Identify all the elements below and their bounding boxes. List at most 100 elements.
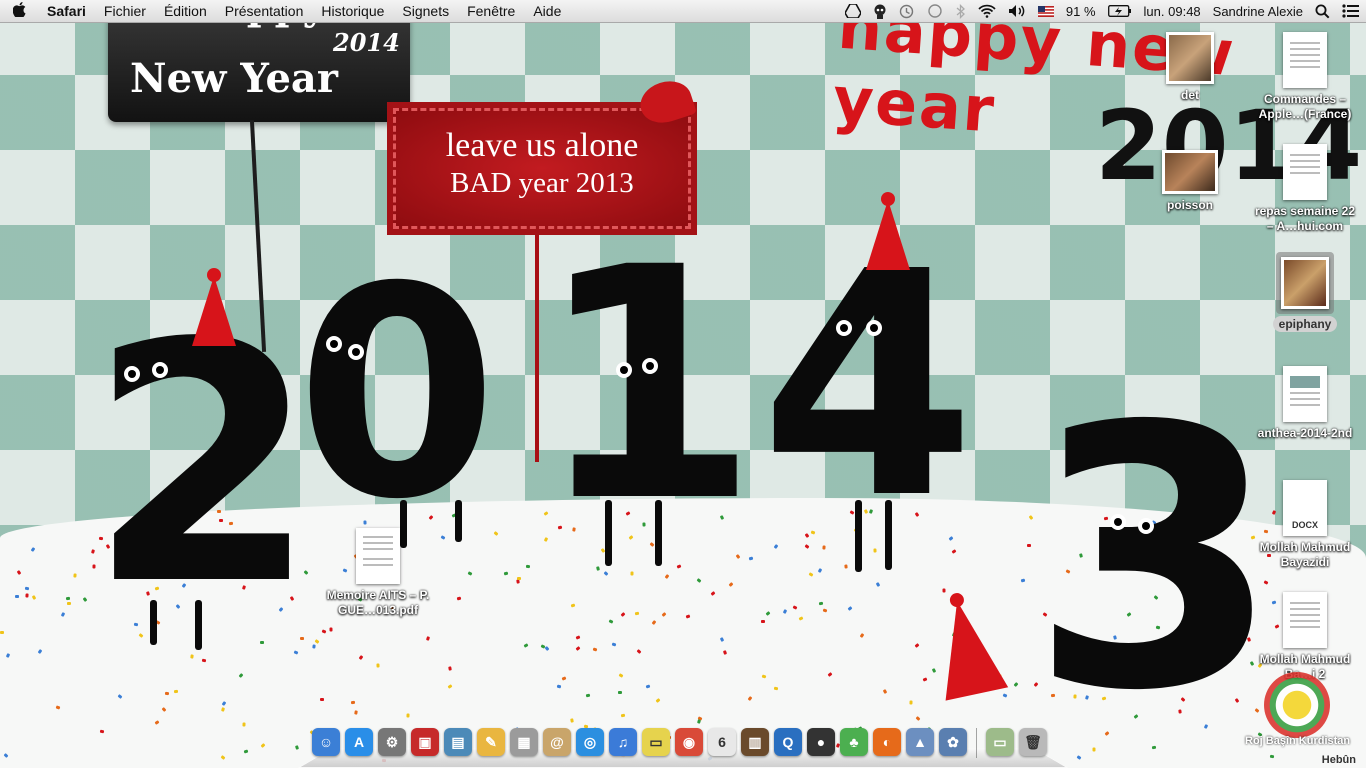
flag-us-icon[interactable] [1032, 5, 1060, 17]
confetti-piece [570, 718, 574, 723]
selection-highlight [1276, 252, 1334, 314]
character-eye [1138, 518, 1154, 534]
confetti-piece [65, 596, 71, 601]
calculator-icon[interactable]: ▦ [510, 728, 538, 756]
character-eye [1110, 514, 1126, 530]
character-eye [124, 366, 140, 382]
desktop-icon-repas-semaine[interactable]: repas semaine 22 – A…hui.com [1250, 144, 1360, 234]
safari-icon[interactable]: ◎ [576, 728, 604, 756]
photo-booth-icon[interactable]: ▣ [411, 728, 439, 756]
adium-icon[interactable]: ♣ [840, 728, 868, 756]
pdf-file-icon [356, 528, 400, 584]
character-eye [836, 320, 852, 336]
confetti-piece [173, 689, 179, 694]
menu-fichier[interactable]: Fichier [95, 3, 155, 19]
sign-text-leave-us-alone: leave us alone [445, 127, 639, 164]
confetti-piece [319, 697, 325, 702]
downloads-stack-icon[interactable]: ▭ [986, 728, 1014, 756]
confetti-piece [242, 722, 246, 727]
webcam-icon[interactable]: ● [807, 728, 835, 756]
alien-icon[interactable] [867, 4, 893, 19]
confetti-piece [14, 594, 20, 599]
desktop-icon-label: Memoire AITS – P. GUE…013.pdf [326, 588, 430, 617]
menu-bar-clock[interactable]: lun. 09:48 [1138, 4, 1207, 19]
menu-edition[interactable]: Édition [155, 3, 216, 19]
wifi-icon[interactable] [972, 4, 1002, 18]
confetti-piece [0, 631, 4, 634]
menu-presentation[interactable]: Présentation [216, 3, 313, 19]
apple-menu-icon[interactable] [0, 1, 38, 21]
desktop-icon-commandes[interactable]: Commandes – Apple…(France) [1250, 32, 1360, 122]
confetti-piece [525, 564, 531, 569]
stickies-icon[interactable]: ▭ [642, 728, 670, 756]
google-drive-icon[interactable] [839, 4, 867, 18]
contacts-icon[interactable]: @ [543, 728, 571, 756]
bluetooth-icon[interactable] [950, 3, 972, 19]
desktop-icon-epiphany[interactable]: epiphany [1250, 252, 1360, 332]
desktop-icon-mollah-docx[interactable]: DOCX Mollah Mahmud Bayazidi [1250, 480, 1360, 570]
character-leg [855, 500, 862, 572]
desktop-icon-memoire-pdf[interactable]: Memoire AITS – P. GUE…013.pdf [323, 528, 433, 618]
desktop-icon-label: poisson [1166, 198, 1213, 212]
volume-icon[interactable] [1002, 4, 1032, 18]
menu-app-safari[interactable]: Safari [38, 3, 95, 19]
firefox-icon[interactable]: ◐ [873, 728, 901, 756]
notification-center-icon[interactable] [1336, 4, 1366, 18]
toggle-icon[interactable] [920, 4, 950, 18]
chrome-icon[interactable]: ◉ [675, 728, 703, 756]
calendar-icon[interactable]: 6 [708, 728, 736, 756]
character-leg [655, 500, 662, 566]
desktop-icon-anthea[interactable]: anthea-2014-2nd [1250, 366, 1360, 441]
document-icon [1283, 32, 1327, 88]
confetti-piece [909, 700, 913, 705]
quicktime-icon[interactable]: Q [774, 728, 802, 756]
app-store-icon[interactable]: A [345, 728, 373, 756]
document-icon [1283, 366, 1327, 422]
trash-icon[interactable]: 🗑 [1019, 728, 1047, 756]
character-leg [195, 600, 202, 650]
confetti-piece [164, 691, 170, 696]
ibooks-icon[interactable]: ▥ [741, 728, 769, 756]
confetti-piece [25, 593, 29, 598]
desktop-icon-det[interactable]: det [1135, 32, 1245, 103]
spotlight-icon[interactable] [1309, 4, 1336, 19]
battery-icon[interactable] [1102, 5, 1138, 17]
dock-separator [976, 728, 977, 758]
character-eye [642, 358, 658, 374]
document-icon [1283, 592, 1327, 648]
desktop-icon-mollah-2[interactable]: Mollah Mahmud Ba…i 2 [1250, 592, 1360, 682]
character-eye [866, 320, 882, 336]
character-leg [455, 500, 462, 542]
battery-percentage[interactable]: 91 % [1060, 4, 1102, 19]
character-digit-0: 0 [296, 226, 498, 563]
character-leg [605, 500, 612, 566]
itunes-icon[interactable]: ♫ [609, 728, 637, 756]
confetti-piece [329, 627, 333, 632]
system-preferences-icon[interactable]: ⚙ [378, 728, 406, 756]
textedit-icon[interactable]: ✎ [477, 728, 505, 756]
desktop-icon-label: repas semaine 22 – A…hui.com [1254, 204, 1356, 233]
character-digit-1: 1 [536, 200, 759, 572]
menu-historique[interactable]: Historique [312, 3, 393, 19]
confetti-piece [617, 690, 623, 695]
kurdistan-sun-logo [1264, 672, 1330, 738]
confetti-piece [630, 571, 634, 576]
menu-fenetre[interactable]: Fenêtre [458, 3, 524, 19]
image-capture-icon[interactable]: ▲ [906, 728, 934, 756]
preview-icon[interactable]: ▤ [444, 728, 472, 756]
confetti-piece [24, 586, 30, 591]
menu-bar-status-area: 91 % lun. 09:48 Sandrine Alexie [839, 0, 1366, 22]
desktop-icon-poisson[interactable]: poisson [1135, 150, 1245, 213]
menu-signets[interactable]: Signets [393, 3, 458, 19]
finder-icon[interactable]: ☺ [312, 728, 340, 756]
time-machine-icon[interactable] [893, 4, 920, 19]
confetti-piece [517, 577, 521, 580]
watermark-text: Roj Başîn Kurdistan [1245, 735, 1351, 747]
confetti-piece [66, 601, 72, 606]
menu-aide[interactable]: Aide [524, 3, 570, 19]
iphoto-icon[interactable]: ✿ [939, 728, 967, 756]
desktop-icon-label: anthea-2014-2nd [1257, 426, 1353, 440]
menu-bar: Safari Fichier Édition Présentation Hist… [0, 0, 1366, 23]
user-name[interactable]: Sandrine Alexie [1207, 4, 1309, 19]
desktop-icon-label: det [1181, 88, 1199, 102]
